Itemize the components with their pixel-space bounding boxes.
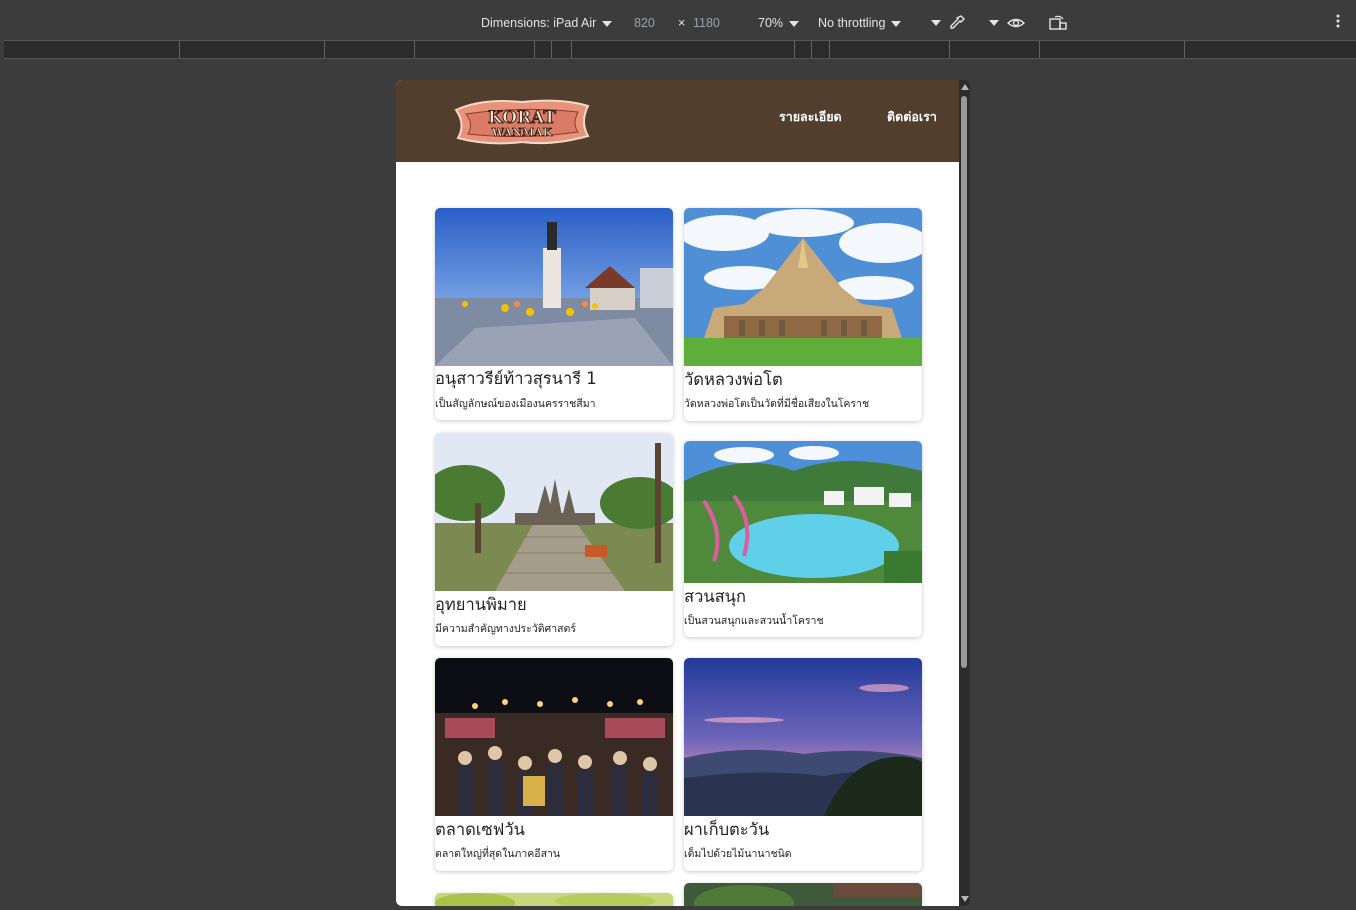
card-description: มีความสำคัญทางประวัติศาสตร์: [435, 623, 576, 635]
dimension-times-label: ×: [678, 16, 686, 30]
throttling-label: No throttling: [818, 16, 886, 30]
site-header: KORAT WANMAK รายละเอียด ติดต่อเรา: [396, 80, 959, 162]
throttling-dropdown[interactable]: No throttling: [818, 16, 902, 30]
kebab-menu-button[interactable]: [1333, 12, 1343, 33]
place-card[interactable]: อนุสาวรีย์ท้าวสุรนารี 1 เป็นสัญลักษณ์ของ…: [435, 208, 673, 420]
device-dimensions-dropdown[interactable]: Dimensions: iPad Air: [481, 16, 613, 30]
eye-icon[interactable]: [1006, 14, 1026, 32]
place-card[interactable]: [684, 883, 922, 906]
nav-link-details[interactable]: รายละเอียด: [779, 107, 842, 127]
vision-deficiency-dropdown[interactable]: [983, 14, 1026, 32]
device-dimensions-label: Dimensions: iPad Air: [481, 16, 597, 30]
place-card[interactable]: ตลาดเซฟวัน ตลาดใหญ่ที่สุดในภาคอีสาน: [435, 658, 673, 871]
place-card[interactable]: [435, 893, 673, 906]
svg-text:KORAT: KORAT: [488, 108, 557, 128]
place-card[interactable]: วัดหลวงพ่อโต วัดหลวงพ่อโตเป็นวัดที่มีชื่…: [684, 208, 922, 421]
rotate-icon: [1049, 15, 1067, 30]
chevron-down-icon: [989, 20, 999, 26]
device-width-input[interactable]: 820: [634, 16, 655, 30]
media-query-ruler[interactable]: [4, 40, 1356, 59]
phimai-ruins-photo: [435, 433, 673, 591]
card-title: สวนสนุก: [684, 587, 746, 606]
zoom-dropdown[interactable]: 70%: [758, 16, 800, 30]
site-logo[interactable]: KORAT WANMAK: [452, 96, 592, 146]
card-title: ตลาดเซฟวัน: [435, 820, 525, 839]
night-market-photo: [435, 658, 673, 816]
scrollbar-thumb[interactable]: [961, 96, 967, 668]
card-description: เป็นสวนสนุกและสวนน้ำโคราช: [684, 615, 824, 627]
rotate-device-button[interactable]: [1048, 14, 1068, 35]
card-description: ตลาดใหญ่ที่สุดในภาคอีสาน: [435, 848, 561, 860]
place-card[interactable]: ผาเก็บตะวัน เต็มไปด้วยไม้นานาชนิด: [684, 658, 922, 871]
korat-wanmak-logo: KORAT WANMAK: [454, 99, 590, 145]
monument-photo: [435, 208, 673, 366]
forest-photo: [684, 883, 922, 906]
card-title: อุทยานพิมาย: [435, 595, 527, 614]
svg-text:WANMAK: WANMAK: [491, 126, 553, 139]
chevron-down-icon: [789, 20, 800, 27]
devtools-device-toolbar: Dimensions: iPad Air 820 × 1180 70% No t…: [0, 0, 1356, 40]
scroll-up-icon[interactable]: [961, 84, 969, 90]
place-card[interactable]: อุทยานพิมาย มีความสำคัญทางประวัติศาสตร์: [435, 433, 673, 646]
scroll-down-icon[interactable]: [961, 896, 969, 902]
zoom-label: 70%: [758, 16, 784, 30]
more-options-dropdown[interactable]: [925, 14, 966, 32]
page-viewport: KORAT WANMAK รายละเอียด ติดต่อเรา อนุสาว…: [396, 80, 959, 906]
chevron-down-icon: [931, 20, 941, 26]
garden-photo: [435, 893, 673, 906]
card-description: วัดหลวงพ่อโตเป็นวัดที่มีชื่อเสียงในโคราช: [684, 398, 870, 410]
card-description: เป็นสัญลักษณ์ของเมืองนครราชสีมา: [435, 398, 596, 410]
card-description: เต็มไปด้วยไม้นานาชนิด: [684, 848, 792, 860]
sunset-cliff-photo: [684, 658, 922, 816]
card-title: ผาเก็บตะวัน: [684, 820, 770, 839]
page-scrollbar[interactable]: [959, 80, 970, 906]
card-title: อนุสาวรีย์ท้าวสุรนารี 1: [435, 369, 597, 388]
place-card[interactable]: สวนสนุก เป็นสวนสนุกและสวนน้ำโคราช: [684, 441, 922, 637]
chevron-down-icon: [891, 20, 902, 27]
device-frame: KORAT WANMAK รายละเอียด ติดต่อเรา อนุสาว…: [396, 80, 970, 906]
water-park-photo: [684, 441, 922, 583]
device-height-input[interactable]: 1180: [693, 16, 720, 30]
chevron-down-icon: [602, 20, 613, 27]
eyedropper-icon[interactable]: [948, 14, 966, 32]
temple-photo: [684, 208, 922, 366]
nav-link-contact[interactable]: ติดต่อเรา: [887, 107, 937, 127]
card-title: วัดหลวงพ่อโต: [684, 370, 783, 389]
kebab-menu-icon: [1336, 14, 1340, 28]
